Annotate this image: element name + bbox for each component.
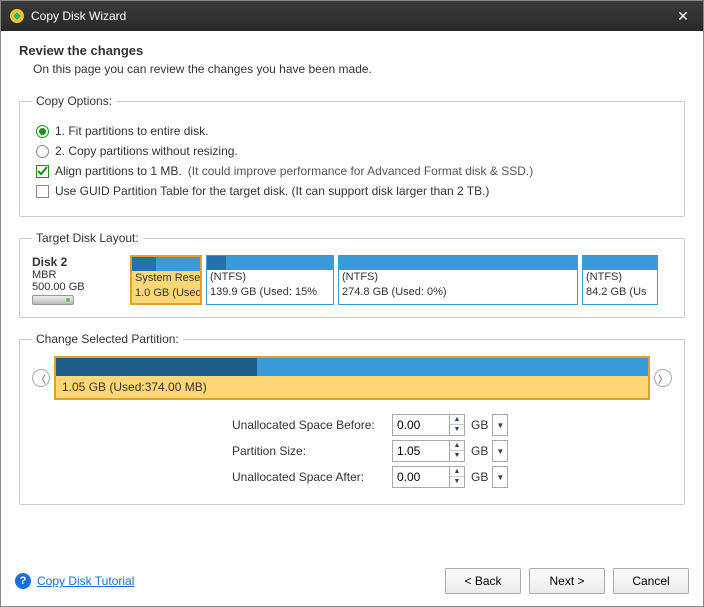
partition-label-2: 84.2 GB (Us	[583, 285, 657, 300]
help-icon[interactable]: ?	[15, 573, 31, 589]
unit-after: GB	[471, 470, 488, 484]
page-title: Review the changes	[19, 43, 685, 58]
unit-dropdown-size[interactable]: ▼	[492, 440, 508, 462]
partition-bar	[132, 257, 200, 271]
down-icon[interactable]: ▼	[450, 425, 464, 435]
change-area: 〈 1.05 GB (Used:374.00 MB) 〉	[32, 356, 672, 400]
disk-info: Disk 2 MBR 500.00 GB	[32, 255, 124, 305]
disk-layout: Disk 2 MBR 500.00 GB System Rese1.0 GB (…	[32, 255, 672, 305]
selected-partition-used	[56, 358, 257, 376]
radio-noresize-label: 2. Copy partitions without resizing.	[55, 144, 238, 158]
row-after: Unallocated Space After: ▲▼ GB ▼	[32, 466, 672, 488]
change-partition-legend: Change Selected Partition:	[32, 332, 183, 346]
close-icon[interactable]: ✕	[671, 8, 695, 25]
partition-bar	[583, 256, 657, 270]
next-partition-button[interactable]: 〉	[654, 369, 672, 387]
partition-bar	[207, 256, 333, 270]
next-button[interactable]: Next >	[529, 568, 605, 594]
back-button[interactable]: < Back	[445, 568, 521, 594]
disk-type: MBR	[32, 269, 124, 281]
partition-block[interactable]: System Rese1.0 GB (Used:	[130, 255, 202, 305]
partition-label-2: 274.8 GB (Used: 0%)	[339, 285, 577, 300]
selected-partition-bar[interactable]	[56, 358, 648, 376]
help-area: ? Copy Disk Tutorial	[15, 573, 134, 589]
selected-partition-block[interactable]: 1.05 GB (Used:374.00 MB)	[54, 356, 650, 400]
copy-options-group: Copy Options: 1. Fit partitions to entir…	[19, 94, 685, 217]
page-subtitle: On this page you can review the changes …	[33, 62, 685, 76]
label-after: Unallocated Space After:	[232, 470, 392, 484]
disk-name: Disk 2	[32, 255, 124, 269]
partition-bar	[339, 256, 577, 270]
footer: ? Copy Disk Tutorial < Back Next > Cance…	[1, 560, 703, 606]
label-size: Partition Size:	[232, 444, 392, 458]
input-before[interactable]	[393, 415, 449, 435]
down-icon[interactable]: ▼	[450, 451, 464, 461]
partition-label-1: (NTFS)	[339, 270, 577, 285]
unit-size: GB	[471, 444, 488, 458]
checkbox-align-label: Align partitions to 1 MB.	[55, 164, 182, 178]
unit-before: GB	[471, 418, 488, 432]
radio-noresize[interactable]	[36, 145, 49, 158]
app-icon	[9, 8, 25, 24]
partition-block[interactable]: (NTFS)274.8 GB (Used: 0%)	[338, 255, 578, 305]
prev-partition-button[interactable]: 〈	[32, 369, 50, 387]
partition-label-2: 1.0 GB (Used:	[132, 286, 200, 301]
spinner-before[interactable]: ▲▼	[392, 414, 465, 436]
partition-used	[207, 256, 226, 270]
input-size[interactable]	[393, 441, 449, 461]
wizard-window: Copy Disk Wizard ✕ Review the changes On…	[0, 0, 704, 607]
partition-block[interactable]: (NTFS)139.9 GB (Used: 15%	[206, 255, 334, 305]
spinner-after[interactable]: ▲▼	[392, 466, 465, 488]
input-after[interactable]	[393, 467, 449, 487]
copy-options-legend: Copy Options:	[32, 94, 116, 108]
size-form: Unallocated Space Before: ▲▼ GB ▼ Partit…	[32, 414, 672, 488]
radio-fit[interactable]	[36, 125, 49, 138]
up-icon[interactable]: ▲	[450, 415, 464, 425]
target-layout-legend: Target Disk Layout:	[32, 231, 143, 245]
change-partition-group: Change Selected Partition: 〈 1.05 GB (Us…	[19, 332, 685, 505]
checkbox-guid-label: Use GUID Partition Table for the target …	[55, 184, 489, 198]
partition-used	[132, 257, 156, 271]
unit-dropdown-after[interactable]: ▼	[492, 466, 508, 488]
down-icon[interactable]: ▼	[450, 477, 464, 487]
content-area: Review the changes On this page you can …	[1, 31, 703, 560]
unit-dropdown-before[interactable]: ▼	[492, 414, 508, 436]
up-icon[interactable]: ▲	[450, 467, 464, 477]
spinner-size[interactable]: ▲▼	[392, 440, 465, 462]
cancel-button[interactable]: Cancel	[613, 568, 689, 594]
target-layout-group: Target Disk Layout: Disk 2 MBR 500.00 GB…	[19, 231, 685, 318]
disk-size: 500.00 GB	[32, 281, 124, 293]
option-guid-row[interactable]: Use GUID Partition Table for the target …	[36, 184, 672, 198]
option-fit-row[interactable]: 1. Fit partitions to entire disk.	[36, 124, 672, 138]
partition-label-2: 139.9 GB (Used: 15%	[207, 285, 333, 300]
checkbox-align-hint: (It could improve performance for Advanc…	[188, 164, 533, 178]
option-noresize-row[interactable]: 2. Copy partitions without resizing.	[36, 144, 672, 158]
disk-icon	[32, 295, 74, 305]
window-title: Copy Disk Wizard	[31, 9, 671, 23]
partition-label-1: (NTFS)	[207, 270, 333, 285]
up-icon[interactable]: ▲	[450, 441, 464, 451]
label-before: Unallocated Space Before:	[232, 418, 392, 432]
partition-label-1: (NTFS)	[583, 270, 657, 285]
checkbox-guid[interactable]	[36, 185, 49, 198]
checkbox-align[interactable]	[36, 165, 49, 178]
partition-list: System Rese1.0 GB (Used:(NTFS)139.9 GB (…	[130, 255, 672, 305]
radio-fit-label: 1. Fit partitions to entire disk.	[55, 124, 208, 138]
row-before: Unallocated Space Before: ▲▼ GB ▼	[32, 414, 672, 436]
row-size: Partition Size: ▲▼ GB ▼	[32, 440, 672, 462]
option-align-row[interactable]: Align partitions to 1 MB. (It could impr…	[36, 164, 672, 178]
tutorial-link[interactable]: Copy Disk Tutorial	[37, 574, 134, 588]
selected-partition-caption: 1.05 GB (Used:374.00 MB)	[56, 376, 648, 398]
partition-label-1: System Rese	[132, 271, 200, 286]
partition-block[interactable]: (NTFS)84.2 GB (Us	[582, 255, 658, 305]
titlebar: Copy Disk Wizard ✕	[1, 1, 703, 31]
